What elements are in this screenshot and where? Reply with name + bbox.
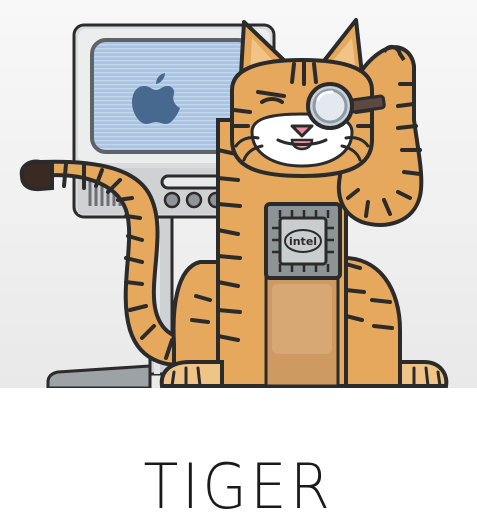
intel-logo: intel	[289, 235, 317, 248]
left-front-paw	[159, 360, 224, 388]
page-title: TIGER	[143, 450, 334, 523]
poster: intel TIGER	[0, 0, 477, 524]
intel-chip: intel	[264, 202, 342, 280]
tiger-illustration: intel	[0, 0, 477, 388]
